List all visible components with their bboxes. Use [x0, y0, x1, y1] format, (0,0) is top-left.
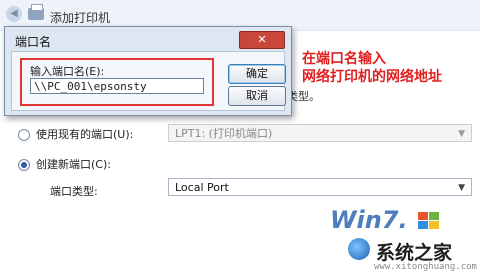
close-icon[interactable]: ✕ — [239, 31, 285, 49]
watermark-site-url: www.xitonghuang.com — [374, 262, 477, 272]
ok-button[interactable]: 确定 — [228, 64, 286, 84]
printer-icon — [28, 4, 44, 20]
annotation-text: 在端口名输入 网络打印机的网络地址 — [302, 50, 442, 86]
dialog-title: 端口名 — [15, 35, 52, 49]
port-type-select[interactable]: Local Port ▼ — [168, 178, 472, 196]
port-type-value: Local Port — [175, 181, 229, 194]
existing-port-select: LPT1: (打印机端口) ▼ — [168, 124, 472, 142]
port-name-label: 输入端口名(E): — [30, 65, 105, 78]
use-existing-port-radio[interactable]: 使用现有的端口(U): — [18, 126, 133, 142]
use-existing-port-label: 使用现有的端口(U): — [36, 128, 134, 141]
annotation-line-1: 在端口名输入 — [302, 51, 386, 67]
dropdown-arrow-icon[interactable]: ▼ — [458, 179, 465, 197]
back-arrow-icon[interactable]: ◀ — [6, 6, 22, 22]
port-name-input[interactable]: \\PC_001\epsonsty — [30, 78, 204, 94]
watermark-site-name: 系统之家 — [376, 242, 453, 264]
dropdown-arrow-icon: ▼ — [458, 129, 465, 139]
port-type-label: 端口类型: — [50, 185, 98, 198]
windows-logo-icon — [418, 212, 440, 230]
watermark-logo: Win7. — [330, 206, 408, 234]
port-name-dialog: 端口名 ✕ 输入端口名(E): \\PC_001\epsonsty 确定 取消 — [4, 26, 292, 116]
globe-icon — [348, 238, 370, 260]
existing-port-value: LPT1: (打印机端口) — [175, 127, 273, 140]
dialog-body: 输入端口名(E): \\PC_001\epsonsty 确定 取消 — [11, 51, 286, 111]
annotation-line-2: 网络打印机的网络地址 — [302, 69, 442, 85]
window-title: 添加打印机 — [50, 11, 111, 25]
cancel-button[interactable]: 取消 — [228, 86, 286, 106]
create-new-port-label: 创建新端口(C): — [36, 158, 111, 171]
create-new-port-radio[interactable]: 创建新端口(C): — [18, 156, 111, 172]
radio-unchecked-icon[interactable] — [18, 129, 30, 141]
radio-checked-icon[interactable] — [18, 159, 30, 171]
